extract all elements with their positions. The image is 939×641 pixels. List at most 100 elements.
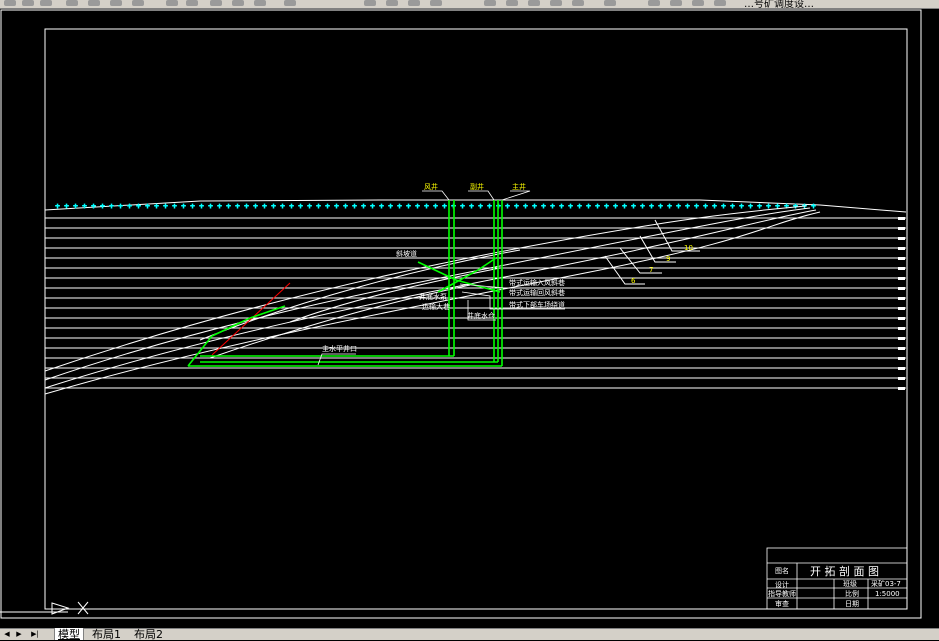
tool-icon[interactable] [550, 0, 562, 6]
tab-model[interactable]: 模型 [54, 628, 84, 641]
surface-hatch-mark: + [154, 203, 159, 210]
tool-icon[interactable] [386, 0, 398, 6]
surface-hatch-mark: + [550, 203, 555, 210]
tool-icon[interactable] [506, 0, 518, 6]
tool-icon[interactable] [88, 0, 100, 6]
surface-hatch-mark: + [649, 203, 654, 210]
ucs-icon [0, 601, 89, 615]
tool-icon[interactable] [22, 0, 34, 6]
tool-icon[interactable] [648, 0, 660, 6]
tab-next-button[interactable]: ▶| [30, 630, 40, 639]
label-adit: 主水平井口 [322, 344, 357, 353]
tool-icon[interactable] [166, 0, 178, 6]
tool-icon[interactable] [670, 0, 682, 6]
scale-key: 比例 [845, 589, 859, 598]
tool-icon[interactable] [4, 0, 16, 6]
seam-label-9: 9 [666, 255, 670, 263]
surface-hatch-mark: + [271, 203, 276, 210]
surface-hatch-mark: + [262, 203, 267, 210]
surface-hatch-mark: + [784, 203, 789, 210]
surface-hatch-mark: + [208, 203, 213, 210]
surface-hatch-mark: + [694, 203, 699, 210]
tool-icon[interactable] [210, 0, 222, 6]
surface-hatch-mark: + [379, 203, 384, 210]
tool-icon[interactable] [284, 0, 296, 6]
surface-hatch-mark: + [487, 203, 492, 210]
surface-hatch-mark: + [361, 203, 366, 210]
level-mark [898, 387, 905, 390]
surface-hatch-mark: + [568, 203, 573, 210]
surface-hatch-mark: + [244, 203, 249, 210]
surface-hatch-mark: + [667, 203, 672, 210]
surface-hatch-mark: + [559, 203, 564, 210]
surface-hatch-mark: + [397, 203, 402, 210]
leader-main [501, 190, 531, 201]
level-mark [898, 297, 905, 300]
tool-icon[interactable] [66, 0, 78, 6]
tool-icon[interactable] [604, 0, 616, 6]
tool-icon[interactable] [430, 0, 442, 6]
surface-hatch: + + + + + + + + + + + + + + + + + + + + + + + + + + + + + + + + + + + + + + + +… [55, 203, 817, 211]
surface-hatch-mark: + [577, 203, 582, 210]
tool-icon[interactable] [714, 0, 726, 6]
tool-icon[interactable] [232, 0, 244, 6]
level-mark [898, 347, 905, 350]
surface-hatch-mark: + [199, 203, 204, 210]
tool-icon[interactable] [572, 0, 584, 6]
tool-icon[interactable] [364, 0, 376, 6]
scale-value: 1:5000 [875, 590, 900, 598]
tool-icon[interactable] [40, 0, 52, 6]
date-key: 日期 [845, 600, 859, 608]
tool-icon[interactable] [692, 0, 704, 6]
surface-hatch-mark: + [739, 203, 744, 210]
title-block-text: 图名 开 拓 剖 面 图 设计 班级 采矿03-7 指导教师 比例 1:5000… [768, 564, 901, 608]
tool-icon[interactable] [110, 0, 122, 6]
seam-labels: 10 9 7 6 [631, 244, 693, 285]
tool-icon[interactable] [484, 0, 496, 6]
surface-hatch-mark: + [721, 203, 726, 210]
surface-hatch-mark: + [757, 203, 762, 210]
seam-label-10: 10 [684, 244, 693, 252]
surface-hatch-mark: + [730, 203, 735, 210]
surface-hatch-mark: + [163, 203, 168, 210]
tab-prev-button[interactable]: ▶ [14, 630, 24, 639]
surface-hatch-mark: + [109, 203, 114, 210]
shaft-label-main: 主井 [512, 182, 526, 191]
leader-aux [468, 190, 495, 201]
surface-hatch-mark: + [442, 203, 447, 210]
surface-hatch-mark: + [631, 203, 636, 210]
surface-hatch-mark: + [64, 203, 69, 210]
tab-layout1[interactable]: 布局1 [89, 628, 124, 641]
tool-icon[interactable] [254, 0, 266, 6]
viewport-frame [0, 9, 922, 619]
level-mark [898, 367, 905, 370]
leader-6 [604, 255, 645, 285]
surface-hatch-mark: + [136, 203, 141, 210]
tool-icon[interactable] [408, 0, 420, 6]
level-mark [898, 267, 905, 270]
tool-icon[interactable] [186, 0, 198, 6]
seam-label-6: 6 [631, 277, 636, 285]
class-value: 采矿03-7 [871, 579, 901, 588]
tab-first-button[interactable]: ◀ [2, 630, 12, 639]
tool-icon[interactable] [528, 0, 540, 6]
label-inclined-lane: 斜坡道 [396, 249, 417, 258]
shaft-label-air: 风井 [424, 182, 438, 191]
level-mark [898, 287, 905, 290]
surface-hatch-mark: + [406, 203, 411, 210]
surface-hatch-mark: + [586, 203, 591, 210]
designer-key: 设计 [775, 580, 789, 589]
surface-hatch-mark: + [181, 203, 186, 210]
surface-hatch-mark: + [424, 203, 429, 210]
shaft-labels: 风井 副井 主井 [424, 182, 526, 191]
surface-hatch-mark: + [532, 203, 537, 210]
surface-hatch-mark: + [334, 203, 339, 210]
surface-hatch-mark: + [703, 203, 708, 210]
drawing-canvas[interactable]: + + + + + + + + + + + + + + + + + + + + + + + + + + + + + + + + + + + + + + + +… [0, 8, 939, 628]
tool-icon[interactable] [132, 0, 144, 6]
leader-10 [654, 219, 700, 252]
surface-hatch-mark: + [73, 203, 78, 210]
tab-layout2[interactable]: 布局2 [131, 628, 166, 641]
surface-hatch-mark: + [478, 203, 483, 210]
surface-hatch-mark: + [370, 203, 375, 210]
